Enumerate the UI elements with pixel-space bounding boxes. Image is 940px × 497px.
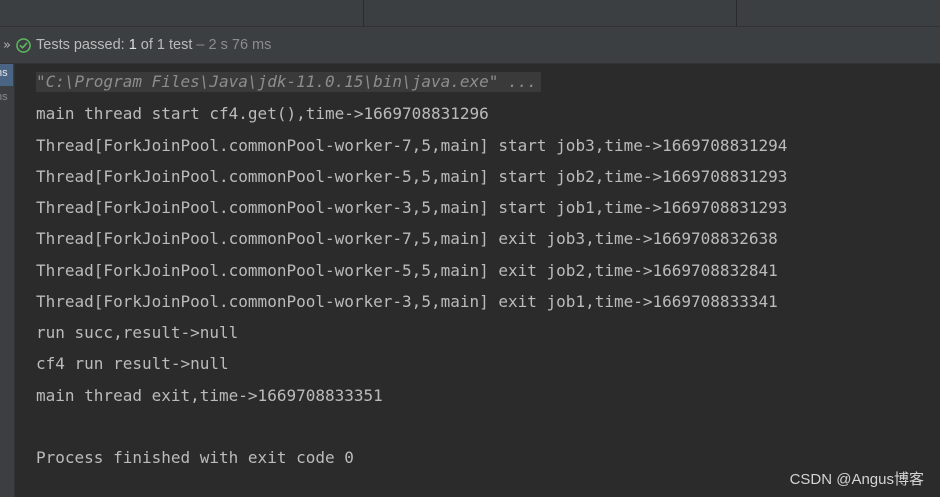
console-line: Thread[ForkJoinPool.commonPool-worker-3,… <box>36 198 788 217</box>
console-line: Thread[ForkJoinPool.commonPool-worker-3,… <box>36 292 778 311</box>
console-line: Thread[ForkJoinPool.commonPool-worker-7,… <box>36 229 778 248</box>
test-status-bar: » Tests passed: 1 of 1 test – 2 s 76 ms <box>0 27 940 64</box>
console-exit-line: Process finished with exit code 0 <box>36 448 354 467</box>
left-side-gutter: ns ns <box>0 64 15 497</box>
status-prefix: Tests passed: <box>36 37 129 53</box>
toolbar-divider <box>736 0 737 26</box>
watermark-label: CSDN @Angus博客 <box>789 471 924 488</box>
console-output[interactable]: "C:\Program Files\Java\jdk-11.0.15\bin\j… <box>15 64 940 497</box>
console-line: Thread[ForkJoinPool.commonPool-worker-7,… <box>36 136 788 155</box>
run-tool-window: » Tests passed: 1 of 1 test – 2 s 76 ms … <box>0 0 940 497</box>
console-line: main thread exit,time->1669708833351 <box>36 386 383 405</box>
console-line: main thread start cf4.get(),time->166970… <box>36 104 489 123</box>
gutter-tab-active[interactable]: ns <box>0 64 13 86</box>
console-line: cf4 run result->null <box>36 354 229 373</box>
gutter-tab[interactable]: ns <box>0 88 13 108</box>
passed-count: 1 <box>128 37 137 53</box>
console-command-line: "C:\Program Files\Java\jdk-11.0.15\bin\j… <box>36 72 541 92</box>
test-result-summary: Tests passed: 1 of 1 test – 2 s 76 ms <box>36 37 271 53</box>
test-duration: – 2 s 76 ms <box>192 37 272 53</box>
total-count: of 1 test <box>136 37 193 53</box>
toolbar-divider <box>363 0 364 26</box>
console-line: Thread[ForkJoinPool.commonPool-worker-5,… <box>36 261 778 280</box>
check-circle-icon <box>16 37 31 53</box>
console-line: Thread[ForkJoinPool.commonPool-worker-5,… <box>36 167 788 186</box>
console-line: run succ,result->null <box>36 323 239 342</box>
expand-chevron-icon[interactable]: » <box>0 38 14 53</box>
toolbar-strip <box>0 0 940 27</box>
